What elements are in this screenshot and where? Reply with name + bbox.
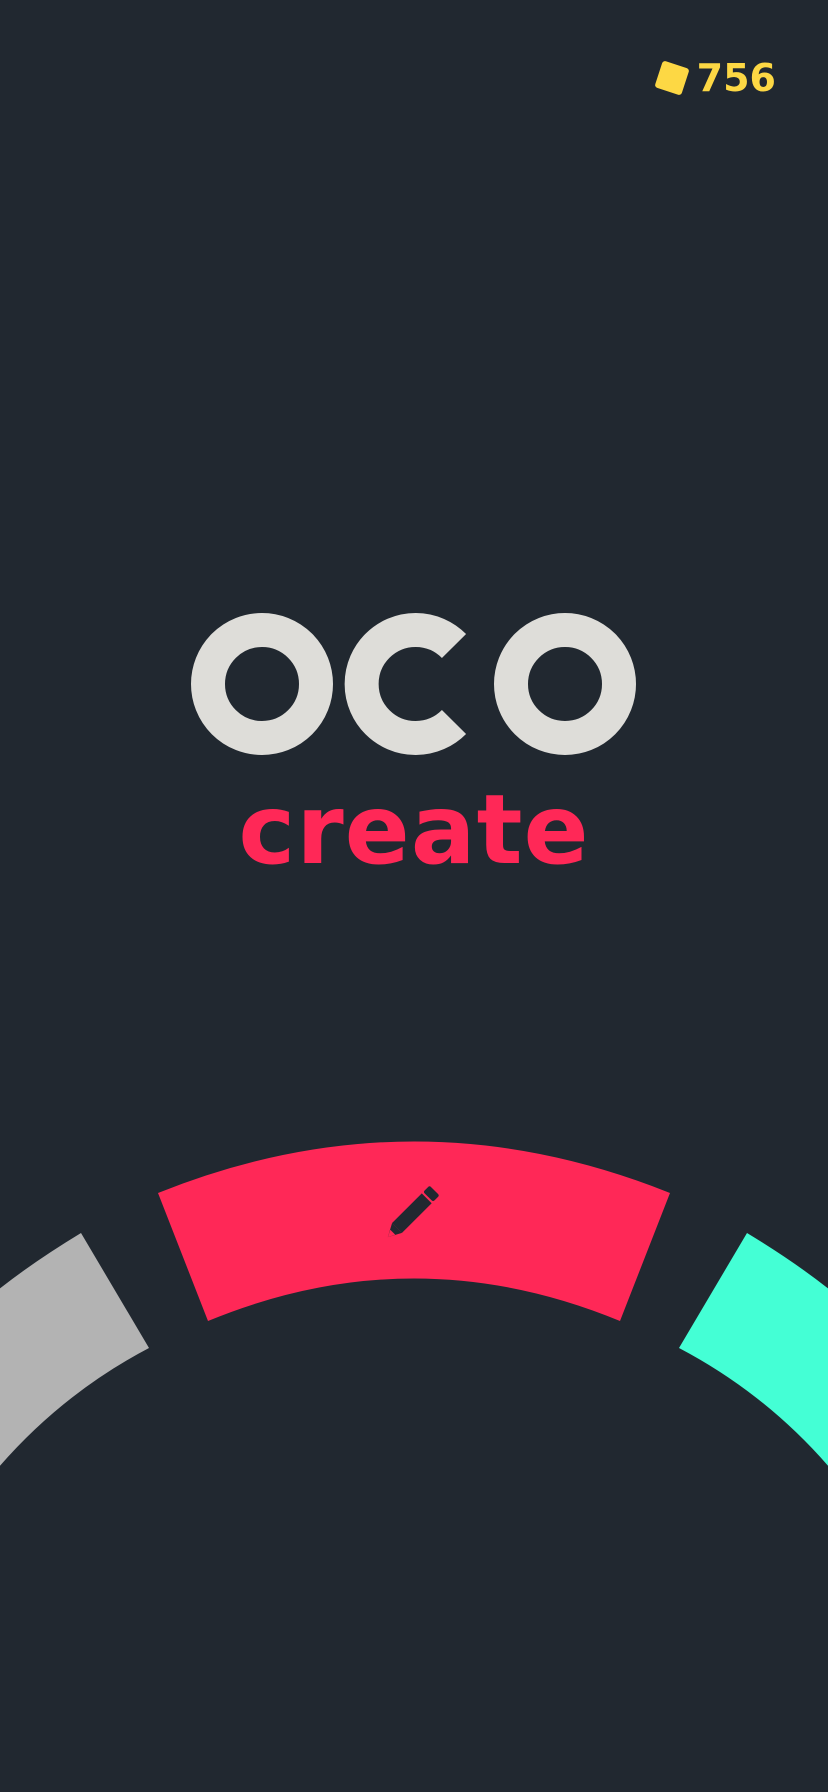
mode-wheel — [0, 1141, 828, 1490]
logo-letter-o-right — [494, 613, 636, 755]
coin-icon — [654, 61, 689, 95]
logo-letter-c — [344, 613, 467, 755]
wheel-segment-left[interactable] — [0, 1233, 149, 1490]
logo-letter-o-left — [191, 613, 333, 755]
wheel-segment-right[interactable] — [679, 1233, 828, 1490]
game-logo — [0, 600, 828, 780]
wheel-segment-create[interactable] — [158, 1141, 670, 1322]
mode-title: create — [238, 774, 590, 886]
coin-counter: 756 — [653, 56, 776, 100]
game-screen: 756 create — [0, 0, 828, 1792]
oco-logo — [191, 613, 636, 755]
coin-count: 756 — [696, 56, 776, 100]
